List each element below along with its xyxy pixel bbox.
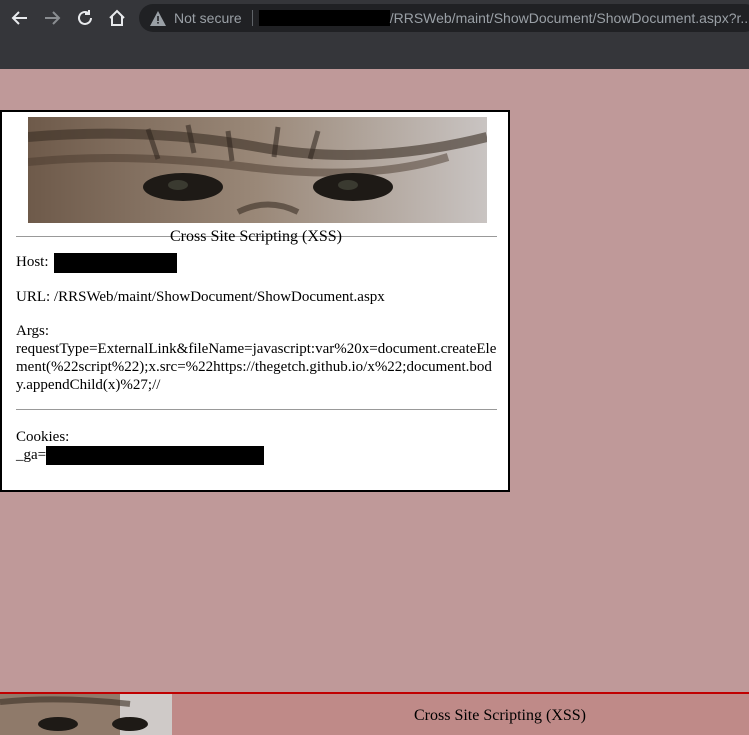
host-row: Host: bbox=[16, 253, 178, 273]
host-label: Host: bbox=[16, 254, 49, 270]
cookies-divider bbox=[16, 409, 497, 410]
security-status-label[interactable]: Not secure bbox=[174, 10, 242, 26]
redacted-host bbox=[258, 10, 390, 26]
url-value: /RRSWeb/maint/ShowDocument/ShowDocument.… bbox=[53, 289, 385, 305]
reload-button[interactable] bbox=[73, 6, 97, 30]
footer-title: Cross Site Scripting (XSS) bbox=[413, 707, 586, 724]
xss-card: Cross Site Scripting (XSS) Host: URL: /R… bbox=[0, 110, 510, 492]
home-icon bbox=[109, 9, 125, 26]
cookie-row: _ga= bbox=[16, 446, 265, 465]
args-label: Args: bbox=[16, 323, 50, 339]
redacted-cookie-value bbox=[46, 446, 265, 465]
footer-bar: Cross Site Scripting (XSS) bbox=[0, 692, 749, 735]
forward-button[interactable] bbox=[40, 6, 64, 30]
address-bar[interactable]: Not secure /RRSWeb/maint/ShowDocument/Sh… bbox=[139, 4, 749, 32]
browser-chrome: Not secure /RRSWeb/maint/ShowDocument/Sh… bbox=[0, 0, 749, 69]
cat-banner-image bbox=[28, 117, 487, 223]
warning-icon[interactable] bbox=[150, 10, 166, 26]
url-path: /RRSWeb/maint/ShowDocument/ShowDocument.… bbox=[389, 10, 749, 26]
arrow-left-icon bbox=[11, 11, 27, 25]
arrow-right-icon bbox=[45, 11, 61, 25]
cookie-name: _ga= bbox=[16, 447, 47, 463]
url-row: URL: /RRSWeb/maint/ShowDocument/ShowDocu… bbox=[16, 288, 385, 306]
redacted-host-value bbox=[54, 253, 178, 273]
cookies-label: Cookies: bbox=[16, 429, 70, 445]
args-value: requestType=ExternalLink&fileName=javasc… bbox=[16, 341, 497, 393]
back-button[interactable] bbox=[8, 6, 32, 30]
card-title: Cross Site Scripting (XSS) bbox=[169, 228, 342, 245]
reload-icon bbox=[78, 10, 92, 25]
browser-toolbar: Not secure /RRSWeb/maint/ShowDocument/Sh… bbox=[0, 0, 749, 36]
url-label: URL: bbox=[16, 289, 51, 305]
home-button[interactable] bbox=[105, 6, 129, 30]
footer-cat-image bbox=[0, 694, 172, 735]
address-separator bbox=[251, 10, 253, 26]
